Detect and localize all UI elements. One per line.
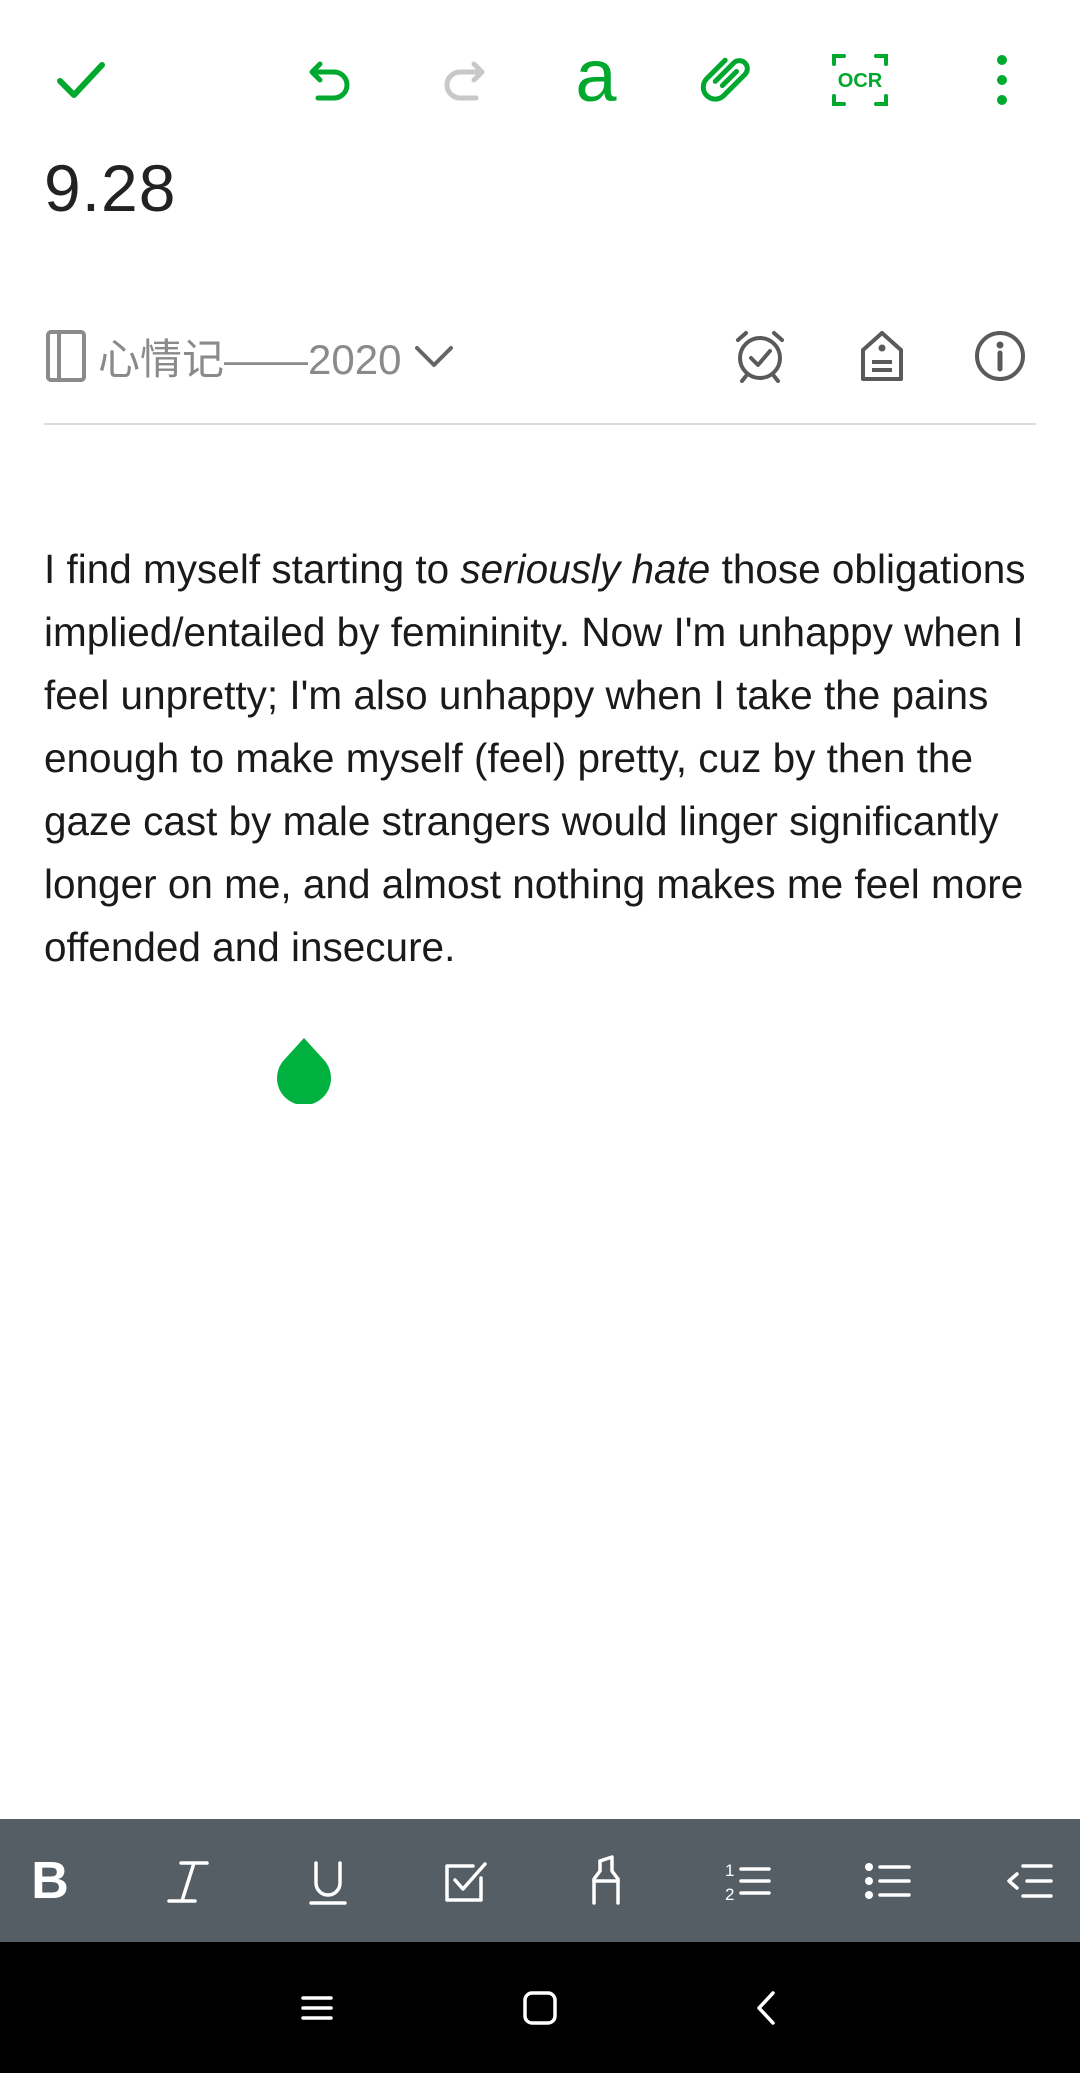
- note-body[interactable]: I find myself starting to seriously hate…: [44, 538, 1044, 979]
- numbered-list-button[interactable]: 12: [698, 1819, 798, 1942]
- text-format-button[interactable]: a: [556, 40, 636, 120]
- chevron-down-icon: [415, 346, 454, 367]
- more-vertical-icon: [997, 55, 1007, 105]
- system-navigation-bar: [0, 1942, 1080, 2073]
- underline-icon: [309, 1860, 347, 1905]
- checkbox-button[interactable]: [416, 1819, 516, 1942]
- menu-icon: [301, 1996, 333, 2020]
- paperclip-icon: [700, 57, 750, 102]
- check-icon: [57, 62, 105, 98]
- ocr-icon: OCR: [832, 54, 888, 106]
- bulleted-list-button[interactable]: [838, 1819, 938, 1942]
- reminder-icon: [736, 331, 784, 383]
- svg-text:OCR: OCR: [838, 70, 883, 92]
- body-text-part: those obligations implied/entailed by fe…: [44, 546, 1026, 970]
- note-title[interactable]: 9.28: [44, 150, 176, 226]
- reminder-button[interactable]: [728, 324, 792, 388]
- body-text-italic: seriously hate: [460, 546, 711, 592]
- home-icon: [523, 1991, 557, 2025]
- notebook-name: 心情记——2020: [98, 335, 402, 383]
- svg-text:a: a: [575, 45, 617, 115]
- cursor-handle[interactable]: [276, 1036, 332, 1104]
- svg-text:2: 2: [725, 1885, 734, 1904]
- numbered-list-icon: 12: [725, 1861, 771, 1904]
- bold-icon: B: [31, 1852, 69, 1910]
- italic-icon: [167, 1860, 209, 1903]
- highlighter-icon: [592, 1854, 620, 1905]
- bulleted-list-icon: [865, 1862, 911, 1899]
- redo-button[interactable]: [424, 40, 504, 120]
- underline-button[interactable]: [278, 1819, 378, 1942]
- outdent-icon: [1007, 1863, 1053, 1898]
- attach-button[interactable]: [688, 40, 768, 120]
- info-icon: [975, 331, 1025, 381]
- more-options-button[interactable]: [962, 40, 1042, 120]
- checkbox-icon: [445, 1861, 487, 1902]
- undo-icon: [309, 61, 350, 101]
- editor-toolbar: a OCR: [0, 0, 1080, 160]
- outdent-button[interactable]: [980, 1819, 1080, 1942]
- undo-button[interactable]: [290, 40, 370, 120]
- notebook-icon: [46, 330, 86, 382]
- redo-icon: [444, 61, 485, 101]
- bold-button[interactable]: B: [0, 1819, 100, 1942]
- recent-apps-button[interactable]: [277, 1968, 357, 2048]
- back-button[interactable]: [726, 1968, 806, 2048]
- tag-icon: [861, 331, 903, 381]
- home-button[interactable]: [500, 1968, 580, 2048]
- done-button[interactable]: [40, 40, 120, 120]
- italic-button[interactable]: [138, 1819, 238, 1942]
- svg-text:B: B: [31, 1852, 69, 1910]
- note-meta-row: 心情记——2020: [44, 320, 1036, 392]
- svg-text:1: 1: [725, 1861, 734, 1880]
- highlight-button[interactable]: [556, 1819, 656, 1942]
- ocr-button[interactable]: OCR: [820, 40, 900, 120]
- formatting-toolbar: B 12: [0, 1819, 1080, 1942]
- back-icon: [757, 1991, 775, 2025]
- body-text-part: I find myself starting to: [44, 546, 461, 592]
- notebook-selector[interactable]: 心情记——2020: [44, 320, 455, 392]
- text-format-icon: a: [575, 45, 617, 115]
- note-info-button[interactable]: [968, 324, 1032, 388]
- divider: [44, 423, 1036, 425]
- tag-button[interactable]: [850, 324, 914, 388]
